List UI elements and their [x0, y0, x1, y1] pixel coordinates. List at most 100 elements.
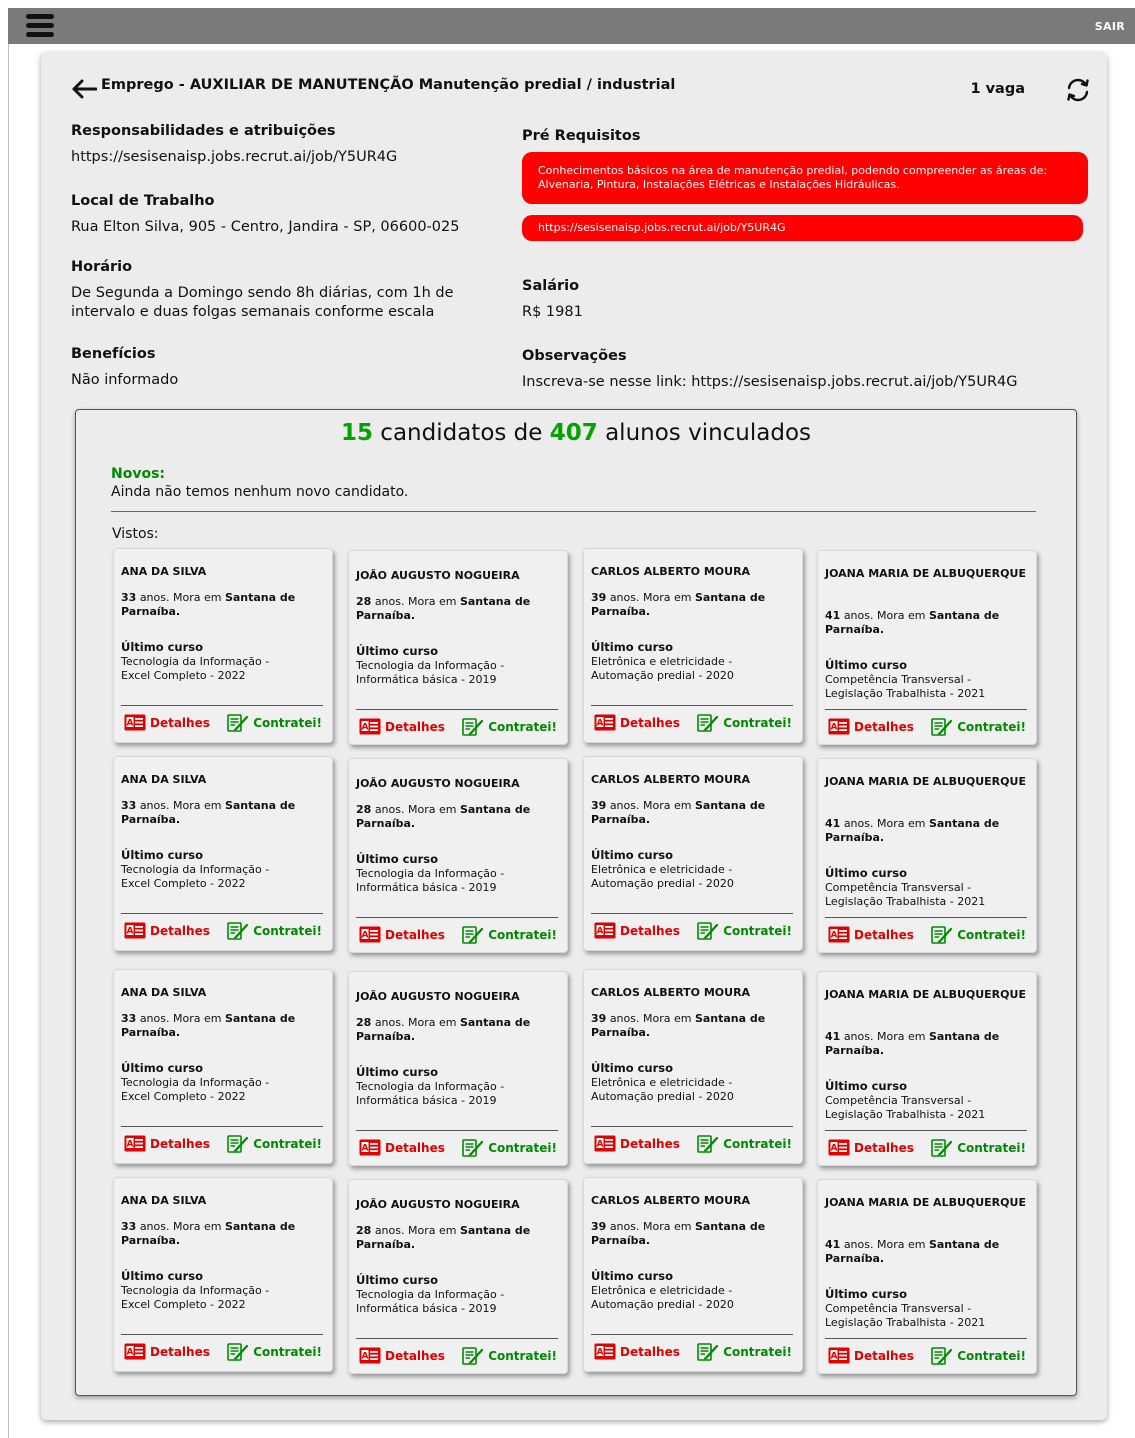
details-button[interactable]: A Detalhes	[828, 1347, 914, 1364]
hired-button[interactable]: Contratei!	[462, 1347, 557, 1365]
hired-label: Contratei!	[723, 1137, 792, 1151]
last-course-label: Último curso	[121, 848, 204, 862]
hired-button[interactable]: Contratei!	[462, 1139, 557, 1157]
candidate-name: ANA DA SILVA	[121, 565, 207, 578]
signed-contract-icon	[227, 1343, 249, 1361]
candidate-age: 39	[591, 1012, 607, 1025]
hired-button[interactable]: Contratei!	[227, 714, 322, 732]
candidate-age-text: anos. Mora em	[139, 1220, 222, 1233]
prerequisites-section: Pré Requisitos	[522, 128, 640, 153]
candidate-age: 28	[356, 1224, 372, 1237]
svg-text:A: A	[362, 1352, 369, 1362]
candidate-age: 39	[591, 799, 607, 812]
hired-label: Contratei!	[488, 720, 557, 734]
details-button[interactable]: A Detalhes	[594, 1343, 680, 1360]
details-label: Detalhes	[620, 923, 680, 938]
last-course-label: Último curso	[825, 1079, 908, 1093]
hired-button[interactable]: Contratei!	[227, 922, 322, 940]
candidate-age: 39	[591, 591, 607, 604]
id-card-icon: A	[594, 922, 616, 939]
details-button[interactable]: A Detalhes	[594, 714, 680, 731]
hired-button[interactable]: Contratei!	[462, 718, 557, 736]
details-button[interactable]: A Detalhes	[359, 1347, 445, 1364]
location-label: Local de Trabalho	[71, 193, 215, 209]
hired-button[interactable]: Contratei!	[697, 714, 792, 732]
card-divider	[825, 917, 1027, 918]
logout-button[interactable]: SAIR	[1095, 20, 1125, 33]
candidate-age: 33	[121, 1220, 137, 1233]
details-button[interactable]: A Detalhes	[359, 1139, 445, 1156]
last-course-label: Último curso	[825, 658, 908, 672]
details-button[interactable]: A Detalhes	[359, 926, 445, 943]
signed-contract-icon	[227, 1135, 249, 1153]
prerequisite-link-badge[interactable]: https://sesisenaisp.jobs.recrut.ai/job/Y…	[522, 215, 1083, 241]
notes-value: Inscreva-se nesse link: https://sesisena…	[522, 374, 1018, 390]
details-button[interactable]: A Detalhes	[124, 714, 210, 731]
hired-button[interactable]: Contratei!	[697, 922, 792, 940]
details-button[interactable]: A Detalhes	[124, 1135, 210, 1152]
candidate-info: 39 anos. Mora em Santana de Parnaíba.	[591, 799, 796, 827]
candidate-age-text: anos. Mora em	[374, 1224, 457, 1237]
responsibilities-value: https://sesisenaisp.jobs.recrut.ai/job/Y…	[71, 149, 398, 165]
last-course-value: Tecnologia da Informação - Informática b…	[356, 1288, 505, 1315]
candidate-age-text: anos. Mora em	[843, 1030, 926, 1043]
candidate-name: JOÃO AUGUSTO NOGUEIRA	[356, 777, 520, 790]
hired-button[interactable]: Contratei!	[227, 1343, 322, 1361]
details-button[interactable]: A Detalhes	[124, 922, 210, 939]
details-button[interactable]: A Detalhes	[828, 926, 914, 943]
details-button[interactable]: A Detalhes	[124, 1343, 210, 1360]
details-label: Detalhes	[385, 719, 445, 734]
back-arrow-icon[interactable]	[71, 79, 97, 99]
benefits-value: Não informado	[71, 372, 179, 388]
candidate-age: 28	[356, 803, 372, 816]
last-course-value: Competência Transversal - Legislação Tra…	[825, 673, 986, 700]
last-course-value: Tecnologia da Informação - Excel Complet…	[121, 655, 270, 682]
svg-text:A: A	[127, 927, 134, 937]
last-course-label: Último curso	[356, 644, 439, 658]
candidate-age-text: anos. Mora em	[609, 1012, 692, 1025]
card-divider	[356, 1338, 558, 1339]
candidate-age: 41	[825, 1030, 841, 1043]
candidate-name: JOÃO AUGUSTO NOGUEIRA	[356, 990, 520, 1003]
id-card-icon: A	[359, 926, 381, 943]
details-button[interactable]: A Detalhes	[828, 718, 914, 735]
last-course-value: Eletrônica e eletricidade - Automação pr…	[591, 1076, 734, 1103]
hired-button[interactable]: Contratei!	[931, 718, 1026, 736]
hamburger-menu-icon[interactable]	[26, 14, 54, 40]
card-divider	[356, 709, 558, 710]
signed-contract-icon	[462, 718, 484, 736]
benefits-section: Benefícios Não informado	[71, 346, 178, 390]
details-button[interactable]: A Detalhes	[359, 718, 445, 735]
details-label: Detalhes	[620, 1344, 680, 1359]
candidate-info: 41 anos. Mora em Santana de Parnaíba.	[825, 609, 1030, 637]
candidate-age-text: anos. Mora em	[374, 1016, 457, 1029]
refresh-icon[interactable]	[1065, 77, 1091, 103]
vacancy-count: 1 vaga	[970, 81, 1025, 97]
hired-button[interactable]: Contratei!	[931, 1139, 1026, 1157]
hired-button[interactable]: Contratei!	[462, 926, 557, 944]
details-button[interactable]: A Detalhes	[594, 1135, 680, 1152]
candidate-info: 39 anos. Mora em Santana de Parnaíba.	[591, 591, 796, 619]
details-button[interactable]: A Detalhes	[828, 1139, 914, 1156]
details-button[interactable]: A Detalhes	[594, 922, 680, 939]
prerequisite-link-text[interactable]: https://sesisenaisp.jobs.recrut.ai/job/Y…	[538, 221, 786, 234]
prerequisite-text: Conhecimentos básicos na área de manuten…	[538, 164, 1048, 191]
hired-button[interactable]: Contratei!	[697, 1343, 792, 1361]
last-course-value: Tecnologia da Informação - Excel Complet…	[121, 863, 270, 890]
candidate-age: 41	[825, 817, 841, 830]
last-course-label: Último curso	[825, 1287, 908, 1301]
card-divider	[121, 705, 323, 706]
hired-button[interactable]: Contratei!	[931, 1347, 1026, 1365]
svg-text:A: A	[362, 723, 369, 733]
signed-contract-icon	[931, 1139, 953, 1157]
hired-button[interactable]: Contratei!	[931, 926, 1026, 944]
hired-button[interactable]: Contratei!	[697, 1135, 792, 1153]
details-label: Detalhes	[620, 715, 680, 730]
candidates-summary: 15 candidatos de 407 alunos vinculados	[76, 420, 1076, 446]
last-course-label: Último curso	[591, 640, 674, 654]
hired-button[interactable]: Contratei!	[227, 1135, 322, 1153]
card-divider	[121, 1334, 323, 1335]
hired-label: Contratei!	[253, 1137, 322, 1151]
candidate-age: 28	[356, 595, 372, 608]
svg-text:A: A	[127, 1348, 134, 1358]
